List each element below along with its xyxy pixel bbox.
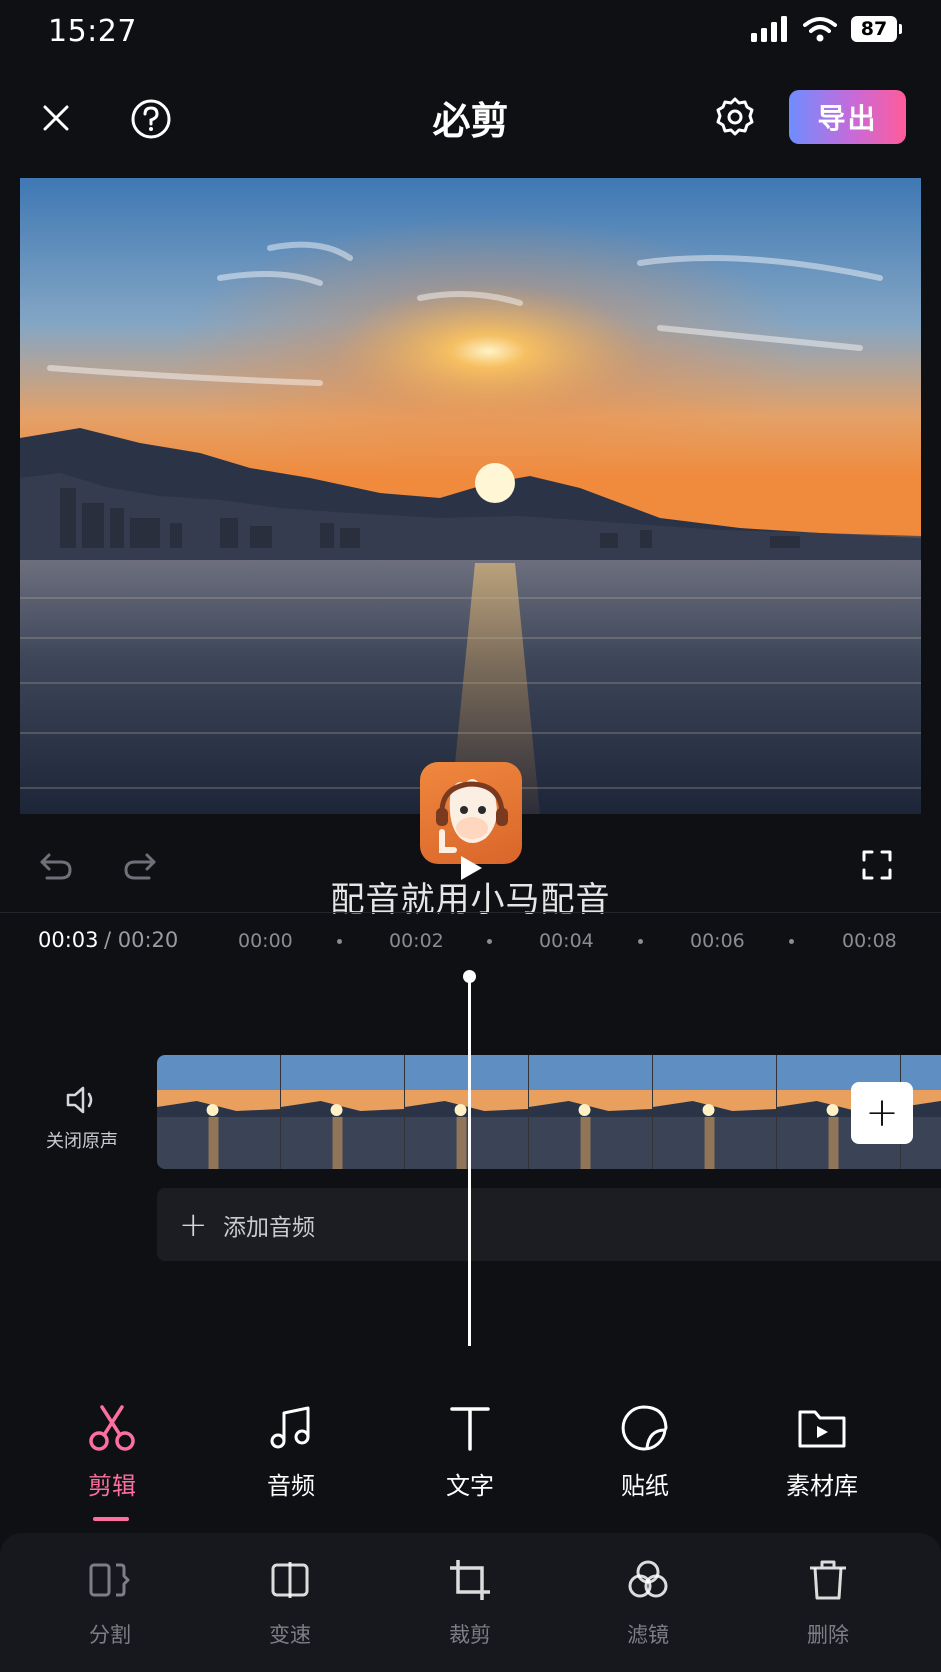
gear-icon	[716, 97, 754, 136]
clip-frame	[157, 1055, 281, 1169]
crop-button[interactable]: 裁剪	[400, 1557, 540, 1649]
horse-mascot-icon	[436, 779, 508, 853]
timeline-divider	[0, 912, 941, 913]
time-tick: 00:04	[539, 930, 594, 952]
mute-original-button[interactable]	[62, 1082, 102, 1118]
time-tick: 00:00	[238, 930, 293, 952]
add-audio-label: 添加音频	[223, 1214, 315, 1241]
tab-text[interactable]: 文字	[400, 1400, 540, 1501]
watermark-text: 配音就用小马配音	[330, 880, 611, 920]
crop-icon	[450, 1560, 490, 1600]
tick-dot	[638, 939, 643, 944]
delete-label: 删除	[807, 1623, 849, 1647]
mute-original-label: 关闭原声	[46, 1131, 118, 1152]
playhead[interactable]	[468, 976, 471, 1346]
tick-dot	[789, 939, 794, 944]
tab-audio-label: 音频	[267, 1472, 315, 1500]
folder-play-icon	[798, 1410, 846, 1448]
filter-icon	[628, 1560, 668, 1598]
watermark-logo	[420, 762, 522, 864]
export-button[interactable]: 导出	[789, 90, 906, 144]
clip-frame	[653, 1055, 777, 1169]
active-tab-indicator	[93, 1517, 129, 1521]
video-preview[interactable]	[20, 178, 921, 814]
signal-icon	[751, 16, 787, 42]
add-clip-button[interactable]: +	[851, 1082, 913, 1144]
wifi-icon	[803, 17, 837, 42]
plus-icon: +	[865, 1090, 899, 1136]
clip-frame	[281, 1055, 405, 1169]
time-tick: 00:02	[389, 930, 444, 952]
plus-icon: +	[179, 1204, 208, 1245]
playhead-handle[interactable]	[463, 970, 476, 983]
status-time: 15:27	[48, 14, 137, 49]
tab-edit[interactable]: 剪辑	[42, 1400, 182, 1501]
music-note-icon	[270, 1406, 310, 1449]
settings-button[interactable]	[712, 94, 758, 140]
tab-text-label: 文字	[446, 1472, 494, 1500]
tick-dot	[337, 939, 342, 944]
filter-label: 滤镜	[627, 1623, 669, 1647]
time-tick: 00:06	[690, 930, 745, 952]
total-time: / 00:20	[104, 928, 179, 952]
speaker-icon	[66, 1086, 93, 1114]
preview-image	[20, 178, 921, 814]
tab-sticker[interactable]: 贴纸	[575, 1400, 715, 1501]
split-button[interactable]: 分割	[40, 1557, 180, 1649]
status-icons: 87	[751, 16, 902, 42]
clip-frame	[405, 1055, 529, 1169]
filter-button[interactable]: 滤镜	[578, 1557, 718, 1649]
battery-icon: 87	[851, 16, 902, 42]
current-time: 00:03	[38, 928, 99, 952]
sticker-icon	[621, 1405, 668, 1451]
speed-icon	[271, 1562, 309, 1598]
crop-label: 裁剪	[449, 1623, 491, 1647]
text-icon	[450, 1407, 490, 1451]
speed-button[interactable]: 变速	[220, 1557, 360, 1649]
video-clip-track[interactable]	[157, 1055, 941, 1169]
trash-icon	[810, 1560, 846, 1600]
add-audio-track[interactable]: + 添加音频	[157, 1188, 941, 1261]
speed-label: 变速	[269, 1623, 311, 1647]
battery-level: 87	[860, 18, 888, 40]
delete-button[interactable]: 删除	[758, 1557, 898, 1649]
tick-dot	[487, 939, 492, 944]
time-tick: 00:08	[842, 930, 897, 952]
tab-library-label: 素材库	[786, 1472, 858, 1500]
clip-frame	[529, 1055, 653, 1169]
scissors-icon	[89, 1405, 135, 1451]
tab-library[interactable]: 素材库	[752, 1400, 892, 1501]
tab-edit-label: 剪辑	[88, 1472, 136, 1500]
split-icon	[89, 1563, 130, 1597]
split-label: 分割	[89, 1623, 131, 1647]
tab-sticker-label: 贴纸	[621, 1472, 669, 1500]
tab-audio[interactable]: 音频	[221, 1400, 361, 1501]
